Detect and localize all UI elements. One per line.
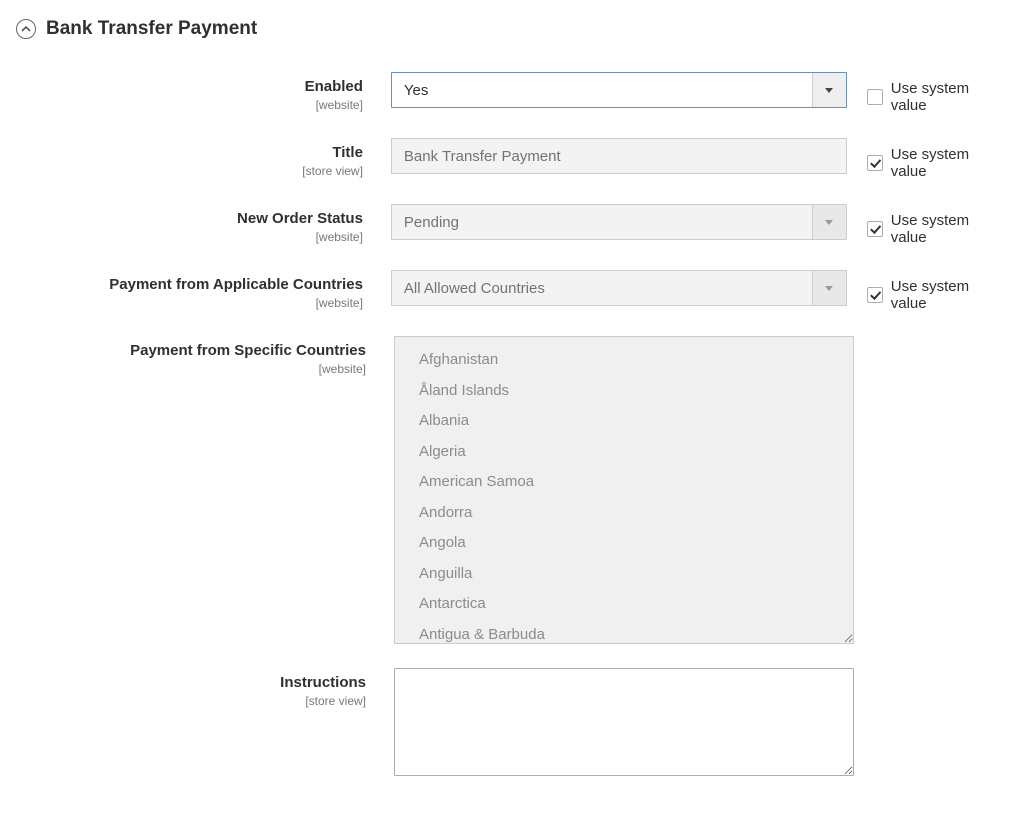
control-col	[391, 138, 847, 174]
use-system-checkbox-wrap[interactable]: Use system value	[867, 146, 1008, 180]
use-system-label: Use system value	[891, 146, 1008, 180]
field-label: New Order Status	[16, 210, 363, 228]
use-system-checkbox-wrap[interactable]: Use system value	[867, 278, 1008, 312]
list-item: Albania	[419, 406, 853, 437]
extras-col: Use system value	[847, 138, 1008, 180]
field-scope: [store view]	[16, 694, 366, 708]
field-scope: [website]	[16, 230, 363, 244]
chevron-up-icon[interactable]	[16, 19, 36, 39]
field-scope: [website]	[16, 362, 366, 376]
title-input	[391, 138, 847, 174]
label-col: New Order Status [website]	[16, 204, 391, 244]
list-item: Afghanistan	[419, 345, 853, 376]
chevron-down-icon	[812, 73, 846, 107]
list-item: Andorra	[419, 498, 853, 529]
field-label: Title	[16, 144, 363, 162]
control-col: All Allowed Countries	[391, 270, 847, 306]
label-col: Enabled [website]	[16, 72, 391, 112]
label-col: Payment from Applicable Countries [websi…	[16, 270, 391, 310]
applicable-countries-select: All Allowed Countries	[391, 270, 847, 306]
label-col: Instructions [store view]	[16, 668, 394, 708]
field-row-specific-countries: Payment from Specific Countries [website…	[16, 336, 1008, 644]
field-label: Payment from Specific Countries	[16, 342, 366, 360]
field-scope: [website]	[16, 296, 363, 310]
checkbox-icon[interactable]	[867, 89, 883, 105]
extras-col: Use system value	[847, 72, 1008, 114]
use-system-label: Use system value	[891, 80, 1008, 114]
section-title: Bank Transfer Payment	[46, 18, 257, 40]
new-order-status-select: Pending	[391, 204, 847, 240]
field-row-title: Title [store view] Use system value	[16, 138, 1008, 180]
control-col	[394, 668, 854, 781]
list-item: Åland Islands	[419, 376, 853, 407]
field-label: Payment from Applicable Countries	[16, 276, 363, 294]
use-system-label: Use system value	[891, 278, 1008, 312]
control-col: AfghanistanÅland IslandsAlbaniaAlgeriaAm…	[394, 336, 854, 644]
use-system-label: Use system value	[891, 212, 1008, 246]
checkbox-icon[interactable]	[867, 155, 883, 171]
list-item: Antigua & Barbuda	[419, 620, 853, 645]
instructions-textarea[interactable]	[394, 668, 854, 776]
select-value: Yes	[392, 73, 812, 107]
section-header[interactable]: Bank Transfer Payment	[16, 18, 1008, 40]
field-row-enabled: Enabled [website] Yes Use system value	[16, 72, 1008, 114]
checkbox-icon[interactable]	[867, 287, 883, 303]
config-page: Bank Transfer Payment Enabled [website] …	[0, 0, 1024, 825]
field-row-applicable-countries: Payment from Applicable Countries [websi…	[16, 270, 1008, 312]
field-label: Enabled	[16, 78, 363, 96]
control-col: Pending	[391, 204, 847, 240]
chevron-down-icon	[812, 271, 846, 305]
use-system-checkbox-wrap[interactable]: Use system value	[867, 212, 1008, 246]
list-item: Angola	[419, 528, 853, 559]
label-col: Payment from Specific Countries [website…	[16, 336, 394, 376]
specific-countries-multiselect: AfghanistanÅland IslandsAlbaniaAlgeriaAm…	[394, 336, 854, 644]
use-system-checkbox-wrap[interactable]: Use system value	[867, 80, 1008, 114]
list-item: Antarctica	[419, 589, 853, 620]
extras-col	[854, 336, 874, 344]
list-item: Anguilla	[419, 559, 853, 590]
extras-col	[854, 668, 874, 676]
label-col: Title [store view]	[16, 138, 391, 178]
field-scope: [store view]	[16, 164, 363, 178]
field-row-instructions: Instructions [store view]	[16, 668, 1008, 781]
select-value: Pending	[392, 205, 812, 239]
control-col: Yes	[391, 72, 847, 108]
list-item: American Samoa	[419, 467, 853, 498]
select-value: All Allowed Countries	[392, 271, 812, 305]
field-label: Instructions	[16, 674, 366, 692]
extras-col: Use system value	[847, 204, 1008, 246]
field-row-new-order-status: New Order Status [website] Pending Use s…	[16, 204, 1008, 246]
enabled-select[interactable]: Yes	[391, 72, 847, 108]
chevron-down-icon	[812, 205, 846, 239]
list-item: Algeria	[419, 437, 853, 468]
extras-col: Use system value	[847, 270, 1008, 312]
checkbox-icon[interactable]	[867, 221, 883, 237]
field-scope: [website]	[16, 98, 363, 112]
